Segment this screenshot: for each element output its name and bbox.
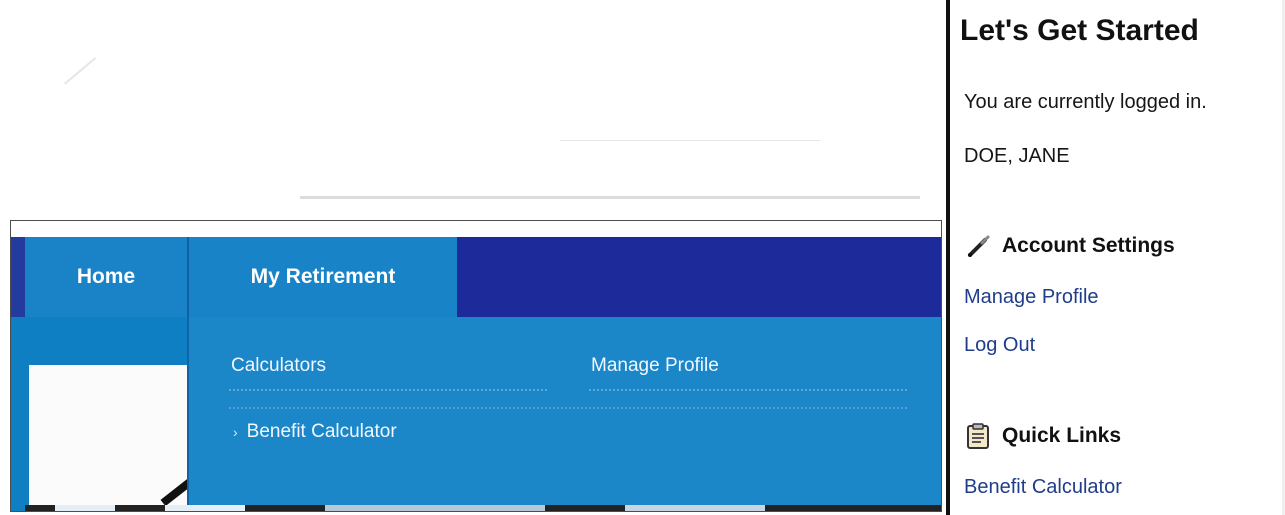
dropdown-heading-manage-profile[interactable]: Manage Profile: [591, 355, 719, 377]
nav-item-my-retirement[interactable]: My Retirement: [187, 237, 457, 317]
dropdown-link-benefit-calculator[interactable]: › Benefit Calculator: [233, 421, 397, 443]
content-image: [29, 365, 191, 511]
dropdown-link-label: Benefit Calculator: [246, 421, 397, 442]
main-nav-bar: Home My Retirement: [11, 237, 941, 317]
screenshot-canvas: Home My Retirement Calculators Manage Pr…: [0, 0, 1285, 515]
image-bottom-strip: [25, 505, 941, 511]
dotted-divider: [589, 389, 907, 391]
dotted-divider: [229, 407, 907, 409]
sidebar-title: Let's Get Started: [960, 14, 1199, 47]
my-retirement-dropdown: Calculators Manage Profile › Benefit Cal…: [187, 317, 941, 511]
strip-segment: [55, 505, 115, 511]
quick-links-label: Quick Links: [1002, 424, 1122, 447]
navigation-screenshot: Home My Retirement Calculators Manage Pr…: [10, 220, 942, 512]
dropdown-heading-calculators[interactable]: Calculators: [231, 355, 326, 377]
get-started-sidebar: Let's Get Started You are currently logg…: [946, 0, 1285, 515]
dotted-divider: [229, 389, 547, 391]
strip-segment: [625, 505, 765, 511]
nav-item-my-retirement-label: My Retirement: [250, 265, 396, 288]
log-out-link[interactable]: Log Out: [964, 334, 1035, 357]
nav-item-home-label: Home: [76, 265, 136, 288]
benefit-calculator-link[interactable]: Benefit Calculator: [964, 476, 1122, 499]
panel-top-gap: [11, 221, 941, 237]
content-area: Calculators Manage Profile › Benefit Cal…: [11, 317, 941, 511]
quick-links-heading: Quick Links: [964, 422, 1121, 450]
nav-item-home[interactable]: Home: [25, 237, 187, 317]
chevron-right-icon: ›: [233, 424, 238, 440]
manage-profile-link[interactable]: Manage Profile: [964, 286, 1099, 309]
account-settings-label: Account Settings: [1002, 234, 1175, 257]
strip-segment: [165, 505, 245, 511]
nav-left-edge: [11, 237, 25, 317]
user-name: DOE, JANE: [964, 145, 1070, 167]
scan-artifact: [300, 196, 920, 199]
pen-icon: [964, 232, 992, 260]
strip-segment: [325, 505, 545, 511]
clipboard-icon: [964, 422, 992, 450]
account-settings-heading: Account Settings: [964, 232, 1175, 260]
scan-artifact: [64, 57, 96, 85]
login-status-text: You are currently logged in.: [964, 91, 1207, 113]
scan-artifact: [560, 140, 820, 141]
